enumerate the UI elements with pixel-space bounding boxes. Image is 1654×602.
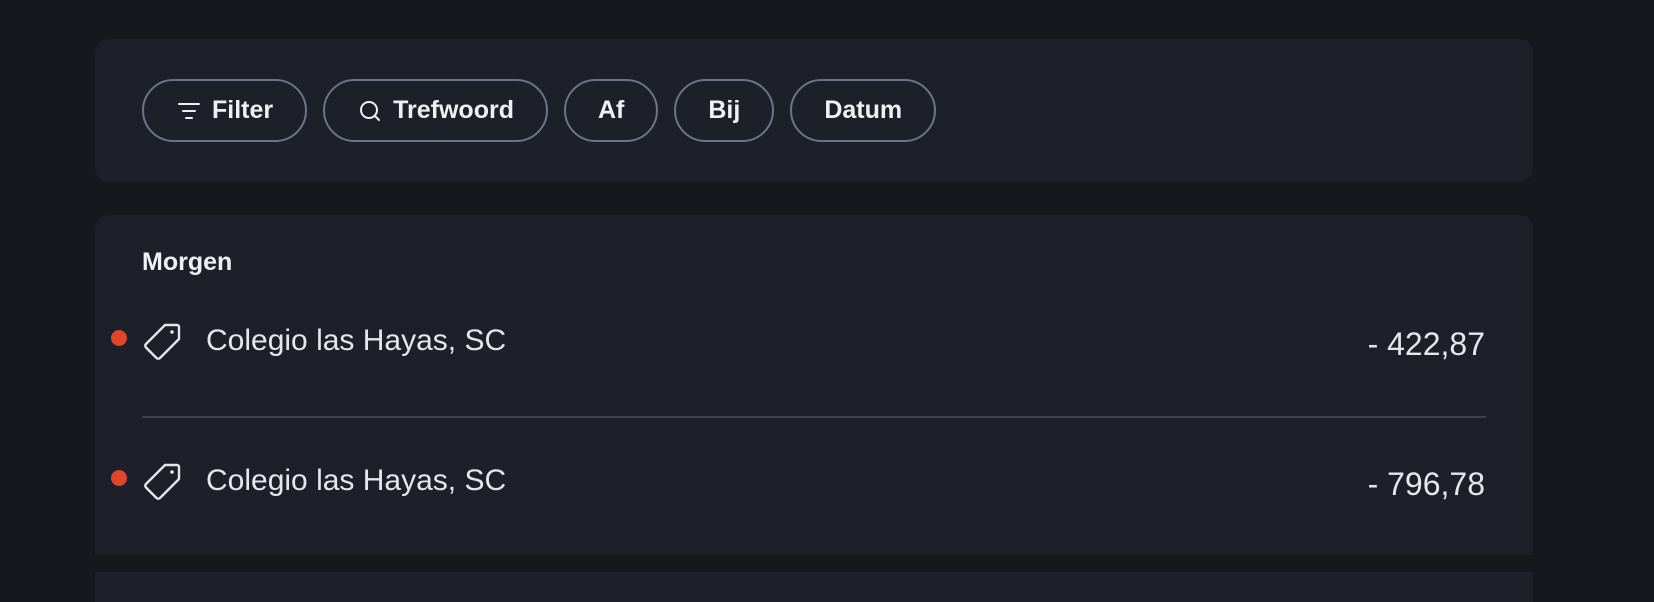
credit-button[interactable]: Bij bbox=[674, 79, 775, 142]
keyword-label: Trefwoord bbox=[393, 96, 514, 124]
next-section-panel bbox=[95, 572, 1533, 602]
transaction-amount: - 422,87 bbox=[1367, 326, 1485, 362]
transaction-row[interactable]: Colegio las Hayas, SC - 422,87 bbox=[95, 307, 1533, 387]
filter-button[interactable]: Filter bbox=[142, 79, 308, 142]
filter-bar: Filter Trefwoord Af Bij Datum bbox=[95, 39, 1533, 182]
date-label: Datum bbox=[824, 96, 903, 124]
transaction-list: Morgen Colegio las Hayas, SC - 422,87 Co… bbox=[95, 215, 1533, 555]
status-dot bbox=[111, 470, 127, 486]
transaction-name: Colegio las Hayas, SC bbox=[206, 464, 507, 497]
filter-icon bbox=[176, 98, 202, 124]
date-button[interactable]: Datum bbox=[790, 79, 937, 142]
keyword-button[interactable]: Trefwoord bbox=[323, 79, 548, 142]
transaction-amount: - 796,78 bbox=[1367, 466, 1485, 502]
section-title: Morgen bbox=[142, 248, 233, 276]
status-dot bbox=[111, 330, 127, 346]
tag-icon bbox=[144, 462, 182, 500]
credit-label: Bij bbox=[708, 96, 741, 124]
filter-chips: Filter Trefwoord Af Bij Datum bbox=[142, 79, 937, 142]
row-divider bbox=[142, 416, 1486, 418]
debit-label: Af bbox=[597, 96, 625, 124]
tag-icon bbox=[144, 322, 182, 360]
filter-label: Filter bbox=[212, 96, 274, 124]
search-icon bbox=[357, 98, 383, 124]
debit-button[interactable]: Af bbox=[563, 79, 659, 142]
transaction-name: Colegio las Hayas, SC bbox=[206, 324, 507, 357]
transaction-row[interactable]: Colegio las Hayas, SC - 796,78 bbox=[95, 447, 1533, 527]
